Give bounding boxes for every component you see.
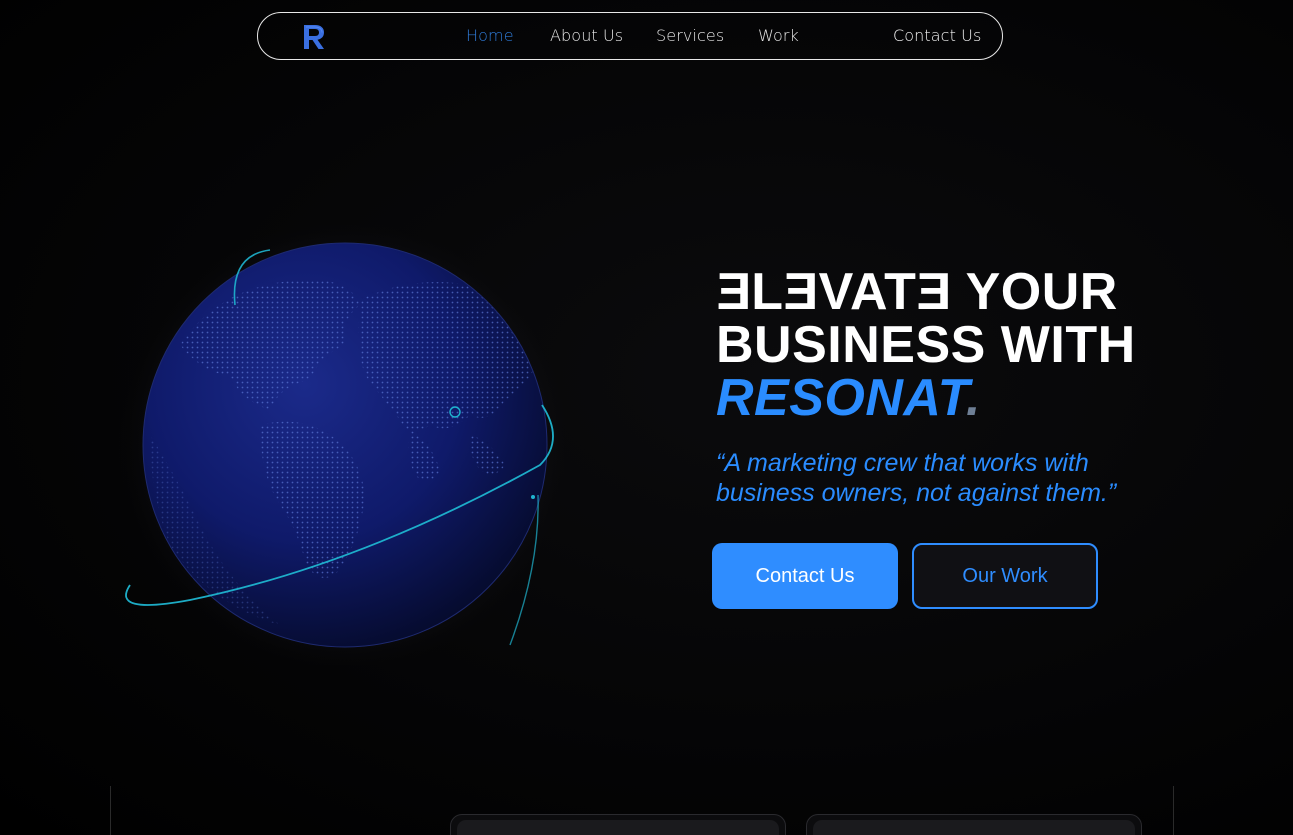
- brand-name: RESONAT: [716, 369, 967, 427]
- headline-line-1: ELEVATE YOUR: [716, 263, 1118, 321]
- landing-page: Home About Us Services Work Contact Us E…: [0, 0, 1293, 835]
- nav-home-link[interactable]: Home: [466, 26, 514, 45]
- nav-about-link[interactable]: About Us: [550, 26, 623, 45]
- resonat-logo-icon[interactable]: [302, 24, 326, 50]
- nav-services-link[interactable]: Services: [656, 26, 724, 45]
- section-border-left: [110, 786, 111, 835]
- hero-headline: ELEVATE YOUR BUSINESS WITH RESONAT.: [716, 263, 1136, 425]
- hero-tagline: “A marketing crew that works with busine…: [716, 449, 1117, 507]
- globe-illustration: [110, 213, 580, 677]
- nav-work-link[interactable]: Work: [758, 26, 799, 45]
- our-work-button[interactable]: Our Work: [912, 543, 1098, 609]
- card-preview[interactable]: [806, 814, 1142, 835]
- contact-us-button[interactable]: Contact Us: [712, 543, 898, 609]
- nav-contact-link[interactable]: Contact Us: [893, 26, 981, 45]
- card-preview-inner: [457, 820, 779, 835]
- navbar: Home About Us Services Work Contact Us: [257, 12, 1003, 60]
- section-border-right: [1173, 786, 1174, 835]
- card-preview[interactable]: [450, 814, 786, 835]
- brand-dot: .: [966, 369, 981, 427]
- card-preview-inner: [813, 820, 1135, 835]
- headline-line-2: BUSINESS WITH: [716, 316, 1136, 374]
- headline-line-3: RESONAT.: [716, 372, 1136, 425]
